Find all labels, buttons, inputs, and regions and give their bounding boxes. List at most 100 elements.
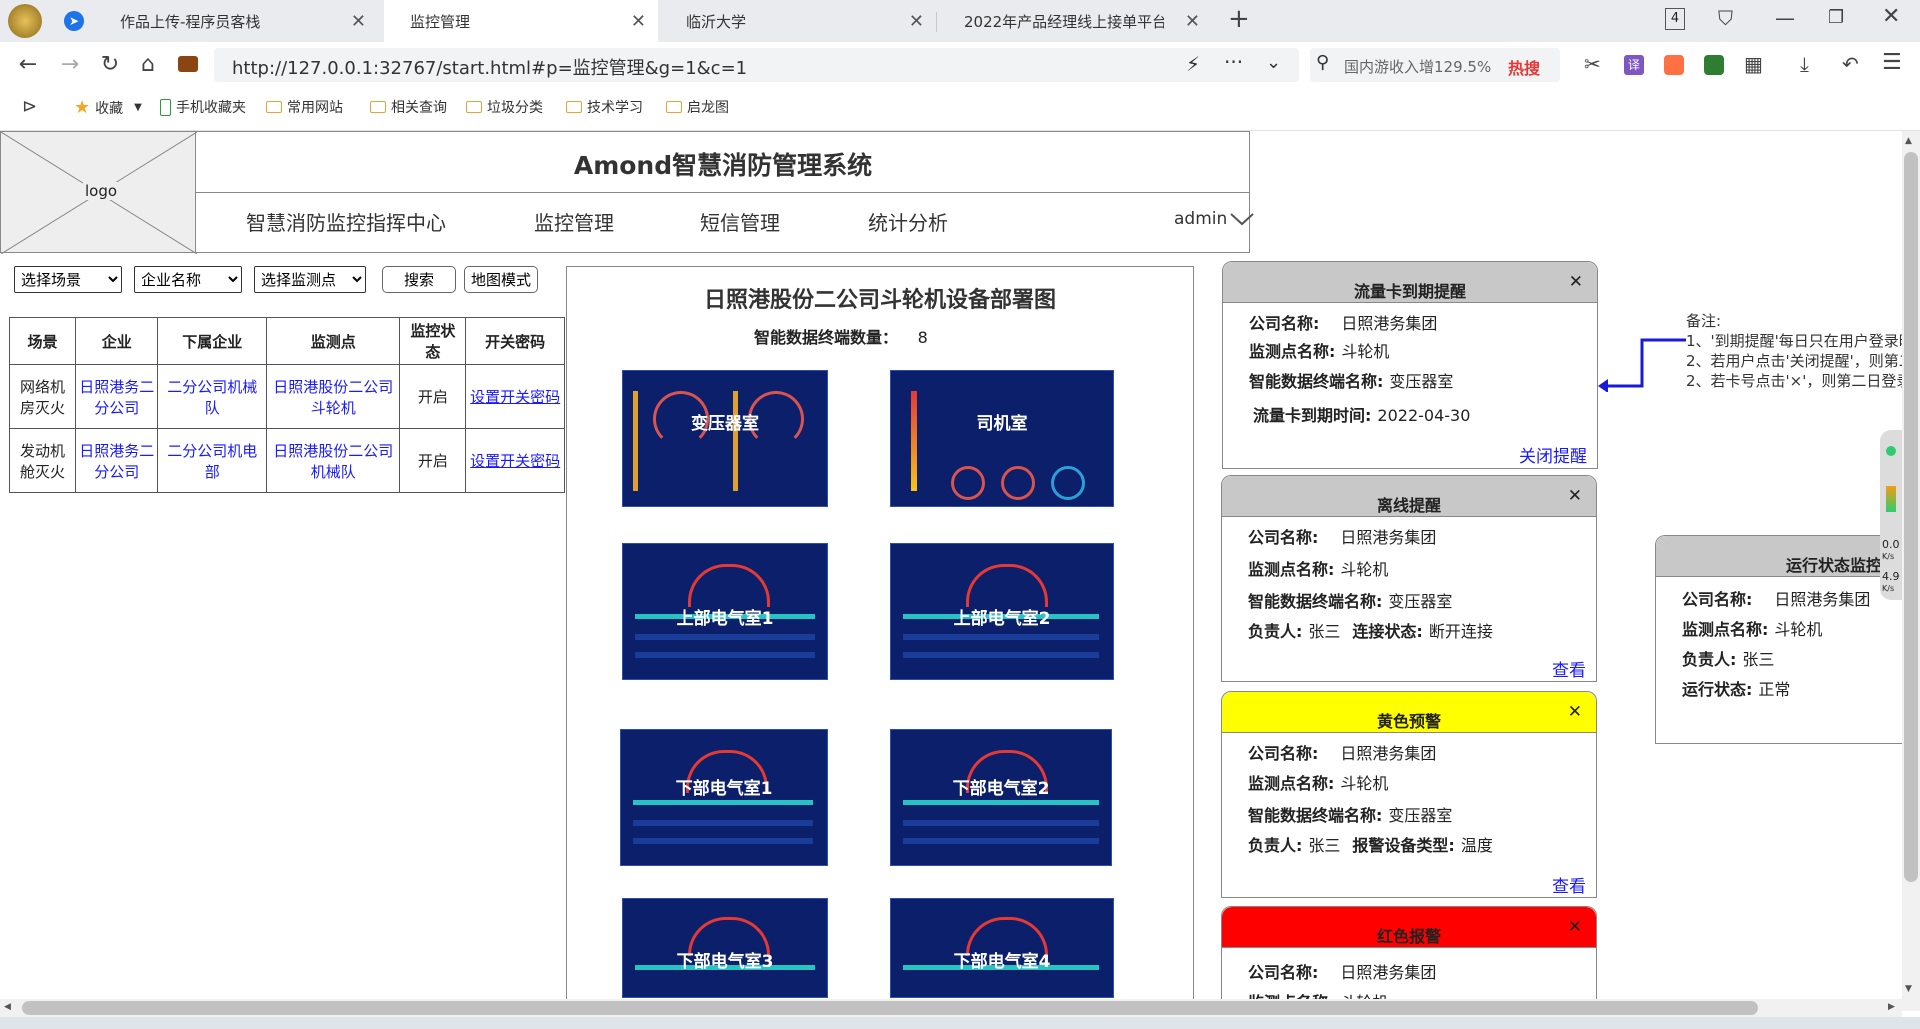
point-select[interactable]: 选择监测点 [254, 266, 366, 293]
translate-icon[interactable]: 译 [1624, 55, 1644, 75]
scroll-right-icon[interactable]: ▶ [1888, 1002, 1895, 1012]
terminal-count-label: 智能数据终端数量： [754, 328, 899, 347]
hot-search-badge[interactable]: 热搜 [1508, 55, 1540, 79]
bookmark-qilong[interactable]: 启龙图 [666, 97, 729, 117]
reload-icon[interactable]: ↻ [96, 52, 124, 77]
logo-text: logo [83, 182, 120, 200]
card-title: 流量卡到期提醒 [1353, 282, 1466, 301]
nav-command-center[interactable]: 智慧消防监控指挥中心 [246, 207, 446, 236]
bookmark-favorites[interactable]: ★ 收藏 ▼ [74, 97, 142, 118]
device-name: 变压器室 [691, 414, 759, 434]
chevron-down-icon[interactable]: ⌄ [1266, 52, 1281, 73]
sidebar-toggle-icon[interactable]: ⊳ [22, 96, 37, 117]
tab-count-badge[interactable]: 4 [1665, 8, 1685, 30]
company-link[interactable]: 日照港务二分公司 [79, 442, 154, 481]
horizontal-scroll-thumb[interactable] [22, 1001, 1758, 1015]
subsidiary-link[interactable]: 二分公司机电部 [167, 442, 257, 481]
nav-monitor[interactable]: 监控管理 [534, 207, 614, 236]
subsidiary-link[interactable]: 二分公司机械队 [167, 378, 257, 417]
company-link[interactable]: 日照港务二分公司 [79, 378, 154, 417]
download-icon[interactable]: ⤓ [1800, 52, 1809, 76]
point-link[interactable]: 日照港股份二公司斗轮机 [273, 378, 393, 417]
more-icon[interactable]: ··· [1224, 50, 1243, 74]
nav-statistics[interactable]: 统计分析 [868, 207, 948, 236]
scissors-icon[interactable]: ✂ [1584, 52, 1601, 76]
folder-icon [566, 101, 582, 113]
minimize-icon[interactable]: — [1775, 6, 1795, 30]
new-tab-icon[interactable]: + [1228, 4, 1250, 34]
set-password-link[interactable]: 设置开关密码 [470, 452, 560, 470]
game-icon[interactable] [1664, 55, 1684, 75]
tab-upload[interactable]: 作品上传-程序员客栈 ✕ [94, 0, 378, 42]
bookmark-common[interactable]: 常用网站 [266, 97, 343, 117]
window-close-icon[interactable]: ✕ [1882, 4, 1900, 29]
home-icon[interactable]: ⌂ [134, 52, 162, 77]
col-point: 监测点 [266, 317, 401, 365]
bookmark-mobile[interactable]: 手机收藏夹 [160, 97, 246, 117]
device-tile[interactable]: 下部电气室3 [622, 898, 828, 998]
pin-tab-icon[interactable]: ➤ [64, 11, 84, 31]
scene-select[interactable]: 选择场景 [14, 266, 122, 293]
device-tile[interactable]: 上部电气室1 [622, 543, 828, 680]
nav-sms[interactable]: 短信管理 [700, 207, 780, 236]
device-tile[interactable]: 下部电气室2 [890, 729, 1112, 866]
forward-icon[interactable]: → [56, 52, 84, 77]
user-menu[interactable]: admin [1174, 209, 1255, 229]
close-icon[interactable]: ✕ [1568, 702, 1582, 722]
apps-icon[interactable]: ▦ [1744, 52, 1763, 76]
close-reminder-link[interactable]: 关闭提醒 [1519, 442, 1587, 467]
shirt-icon[interactable]: ⛉ [1718, 6, 1733, 30]
device-tile[interactable]: 变压器室 [622, 370, 828, 507]
device-tile[interactable]: 司机室 [890, 370, 1114, 507]
card-title: 离线提醒 [1376, 496, 1441, 515]
menu-icon[interactable]: ☰ [1882, 50, 1902, 75]
terminal-row: 智能数据终端名称: 变压器室 [1249, 372, 1454, 391]
point-row: 监测点名称:斗轮机 [1682, 620, 1823, 639]
view-link[interactable]: 查看 [1552, 656, 1586, 681]
undo-icon[interactable]: ↶ [1842, 52, 1859, 76]
lightning-icon[interactable]: ⚡ [1186, 52, 1200, 76]
close-icon[interactable]: ✕ [1568, 486, 1582, 506]
device-tile[interactable]: 上部电气室2 [890, 543, 1114, 680]
note-line: 2、若用户点击'关闭提醒'，则第二日再发送'到期提醒'; [1686, 352, 1920, 370]
col-subsidiary: 下属企业 [157, 317, 268, 365]
tab-monitor[interactable]: 监控管理 ✕ [384, 0, 658, 42]
scroll-up-icon[interactable]: ▲ [1905, 136, 1912, 146]
bookmark-garbage[interactable]: 垃圾分类 [466, 97, 543, 117]
close-icon[interactable]: ✕ [1185, 11, 1200, 32]
network-speed-widget[interactable]: 0.0 K/s 4.9 K/s [1880, 430, 1902, 600]
back-icon[interactable]: ← [14, 52, 42, 77]
device-tile[interactable]: 下部电气室1 [620, 729, 828, 866]
tab-pm-platform[interactable]: 2022年产品经理线上接单平台汇总 ✕ [938, 0, 1212, 42]
company-select[interactable]: 企业名称 [134, 266, 242, 293]
dropdown-icon[interactable]: ▼ [134, 102, 142, 113]
close-icon[interactable]: ✕ [631, 11, 646, 32]
tab-university[interactable]: 临沂大学 ✕ [660, 0, 936, 42]
search-button[interactable]: 搜索 [382, 266, 456, 293]
folder-icon [266, 101, 282, 113]
map-mode-button[interactable]: 地图模式 [464, 266, 538, 293]
device-name: 下部电气室3 [676, 952, 774, 972]
close-icon[interactable]: ✕ [909, 11, 924, 32]
browser-logo-icon[interactable] [8, 4, 42, 38]
device-name: 下部电气室4 [953, 952, 1051, 972]
book-icon[interactable] [1704, 55, 1724, 75]
bookmark-tech[interactable]: 技术学习 [566, 97, 643, 117]
view-link[interactable]: 查看 [1552, 872, 1586, 897]
device-tile[interactable]: 下部电气室4 [890, 898, 1114, 998]
scroll-down-icon[interactable]: ▼ [1905, 984, 1912, 994]
briefcase-icon[interactable] [178, 56, 198, 72]
folder-icon [466, 101, 482, 113]
close-icon[interactable]: ✕ [1569, 272, 1583, 292]
scroll-left-icon[interactable]: ◀ [4, 1002, 11, 1012]
monitor-table: 场景 企业 下属企业 监测点 监控状态 开关密码 网络机房灭火 日照港务二分公司… [8, 317, 565, 493]
close-icon[interactable]: ✕ [351, 11, 366, 32]
restore-icon[interactable]: ❐ [1828, 7, 1844, 28]
username: admin [1174, 209, 1228, 229]
close-icon[interactable]: ✕ [1568, 917, 1582, 937]
vertical-scroll-thumb[interactable] [1904, 152, 1918, 882]
set-password-link[interactable]: 设置开关密码 [470, 388, 560, 406]
point-link[interactable]: 日照港股份二公司机械队 [273, 442, 393, 481]
bookmark-query[interactable]: 相关查询 [370, 97, 447, 117]
yellow-warning-card: 黄色预警 ✕ 公司名称: 日照港务集团 监测点名称: 斗轮机 智能数据终端名称: 变压… [1221, 691, 1597, 898]
